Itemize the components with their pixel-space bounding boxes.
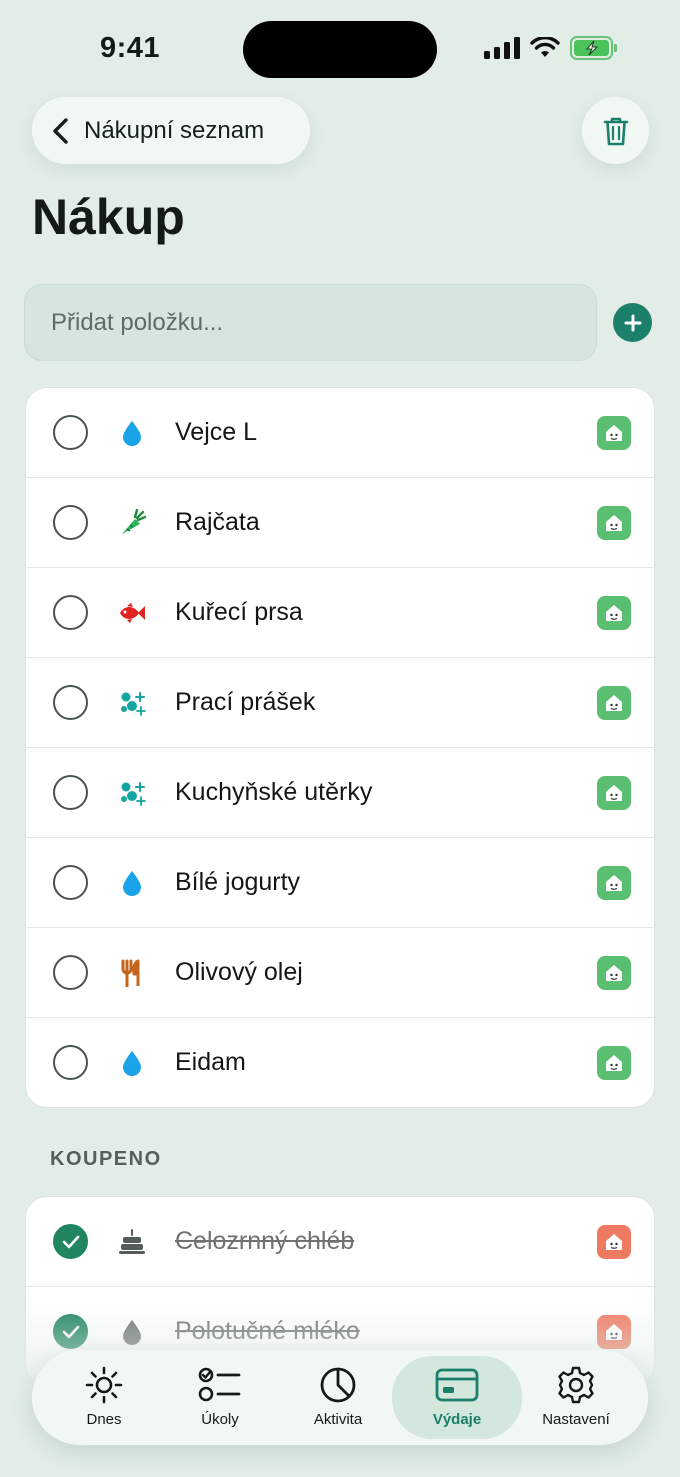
list-item[interactable]: Eidam [26, 1018, 654, 1107]
item-name: Olivový olej [175, 958, 303, 986]
item-name: Eidam [175, 1048, 246, 1076]
item-checkbox[interactable] [53, 505, 88, 540]
tab-label: Dnes [86, 1411, 122, 1428]
sparkle-bubbles-icon [118, 689, 146, 717]
sparkle-bubbles-icon [118, 779, 146, 807]
back-button-label: Nákupní seznam [84, 116, 265, 144]
list-item[interactable]: Vejce L [26, 388, 654, 478]
store-house-icon[interactable] [597, 686, 631, 720]
signal-icon [484, 37, 520, 59]
shopping-list: Vejce L Rajčata Kuřecí prsa Prací prášek… [25, 387, 655, 1108]
bought-section-label: KOUPENO [50, 1148, 162, 1170]
fork-knife-icon [118, 959, 146, 987]
wifi-icon [530, 37, 560, 57]
item-checkbox[interactable] [53, 1045, 88, 1080]
tab-checklist[interactable]: Úkoly [161, 1350, 279, 1445]
item-checkbox[interactable] [53, 685, 88, 720]
list-item[interactable]: Kuřecí prsa [26, 568, 654, 658]
store-house-icon[interactable] [597, 866, 631, 900]
item-checkbox[interactable] [53, 865, 88, 900]
pie-chart-icon [318, 1365, 358, 1405]
store-house-icon[interactable] [597, 1225, 631, 1259]
fish-icon [118, 599, 146, 627]
add-item-input[interactable] [24, 284, 597, 361]
add-item-row [24, 284, 654, 361]
item-checkbox[interactable] [53, 955, 88, 990]
tab-pie-chart[interactable]: Aktivita [279, 1350, 397, 1445]
store-house-icon[interactable] [597, 416, 631, 450]
tab-label: Aktivita [313, 1411, 363, 1428]
list-item[interactable]: Rajčata [26, 478, 654, 568]
list-item[interactable]: Bílé jogurty [26, 838, 654, 928]
item-name: Rajčata [175, 508, 260, 536]
tab-gear[interactable]: Nastavení [517, 1350, 635, 1445]
tab-bar: Dnes Úkoly Aktivita Výdaje Nastavení [32, 1350, 648, 1445]
drop-icon [118, 419, 146, 447]
bought-item[interactable]: Celozrnný chléb [26, 1197, 654, 1287]
tab-label: Úkoly [201, 1411, 239, 1428]
tab-label: Výdaje [432, 1411, 482, 1428]
card-icon [435, 1365, 479, 1405]
add-item-button[interactable] [613, 303, 652, 342]
status-bar: 9:41 [0, 0, 680, 100]
item-checkbox[interactable] [53, 595, 88, 630]
chevron-left-icon [53, 117, 68, 144]
list-item[interactable]: Prací prášek [26, 658, 654, 748]
item-checkbox[interactable] [53, 775, 88, 810]
trash-icon [603, 117, 628, 145]
item-name: Celozrnný chléb [175, 1227, 355, 1255]
back-button[interactable]: Nákupní seznam [32, 97, 310, 164]
list-item[interactable]: Olivový olej [26, 928, 654, 1018]
item-name: Vejce L [175, 418, 258, 446]
delete-list-button[interactable] [582, 97, 649, 164]
status-time: 9:41 [100, 32, 161, 64]
page-title: Nákup [32, 189, 185, 245]
dynamic-island [243, 21, 437, 78]
item-name: Bílé jogurty [175, 868, 301, 896]
carrot-icon [118, 509, 146, 537]
store-house-icon[interactable] [597, 596, 631, 630]
item-checkbox[interactable] [53, 415, 88, 450]
list-item[interactable]: Kuchyňské utěrky [26, 748, 654, 838]
tab-sun[interactable]: Dnes [45, 1350, 163, 1445]
store-house-icon[interactable] [597, 1046, 631, 1080]
gear-icon [556, 1365, 596, 1405]
drop-icon [118, 1049, 146, 1077]
item-name: Prací prášek [175, 688, 316, 716]
sun-icon [84, 1365, 124, 1405]
store-house-icon[interactable] [597, 506, 631, 540]
item-name: Kuřecí prsa [175, 598, 303, 626]
checklist-icon [198, 1365, 242, 1405]
tab-card[interactable]: Výdaje [392, 1356, 522, 1439]
battery-charging-icon [570, 36, 617, 60]
store-house-icon[interactable] [597, 956, 631, 990]
cake-icon [118, 1228, 146, 1256]
checked-checkbox[interactable] [53, 1224, 88, 1259]
item-name: Kuchyňské utěrky [175, 778, 373, 806]
plus-icon [624, 314, 641, 331]
drop-icon [118, 869, 146, 897]
tab-label: Nastavení [542, 1411, 610, 1428]
store-house-icon[interactable] [597, 776, 631, 810]
status-icons [484, 36, 618, 60]
